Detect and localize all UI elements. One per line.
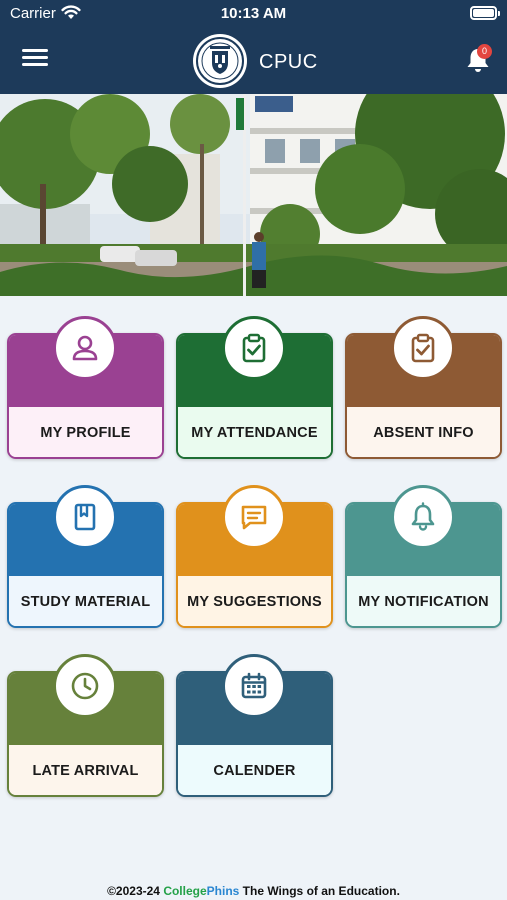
tile-label-my-attendance: MY ATTENDANCE [191, 425, 318, 441]
hamburger-menu-button[interactable] [22, 49, 48, 69]
clipboard-check-icon [222, 316, 286, 380]
person-icon [53, 316, 117, 380]
clipboard-check-icon [391, 316, 455, 380]
tile-label-my-profile: MY PROFILE [40, 425, 131, 441]
footer-copyright: ©2023-24 CollegePhins The Wings of an Ed… [0, 884, 507, 898]
footer-tagline: The Wings of an Education. [242, 884, 400, 898]
book-icon [53, 485, 117, 549]
bell-icon [391, 485, 455, 549]
tile-label-my-suggestions: MY SUGGESTIONS [187, 594, 322, 610]
brand-phins: Phins [206, 884, 240, 898]
footer-brand-link[interactable]: CollegePhins [163, 884, 239, 898]
tile-label-my-notification: MY NOTIFICATION [358, 594, 489, 610]
battery-icon [470, 6, 500, 20]
copyright-years: ©2023-24 [107, 884, 160, 898]
tile-label-calender: CALENDER [213, 763, 296, 779]
brand-college: College [163, 884, 207, 898]
calendar-icon [222, 654, 286, 718]
notification-count-badge: 0 [477, 44, 492, 59]
chat-icon [222, 485, 286, 549]
tile-label-study-material: STUDY MATERIAL [20, 594, 151, 610]
status-bar: Carrier 10:13 AM [0, 0, 507, 28]
campus-banner-image [0, 94, 507, 296]
app-title: CPUC [259, 51, 318, 73]
tile-label-late-arrival: LATE ARRIVAL [32, 763, 139, 779]
tile-label-absent-info: ABSENT INFO [373, 425, 474, 441]
status-time: 10:13 AM [220, 5, 287, 22]
college-logo [193, 34, 247, 88]
clock-icon [53, 654, 117, 718]
app-header: Carrier 10:13 AM CPUC 0 [0, 0, 507, 94]
